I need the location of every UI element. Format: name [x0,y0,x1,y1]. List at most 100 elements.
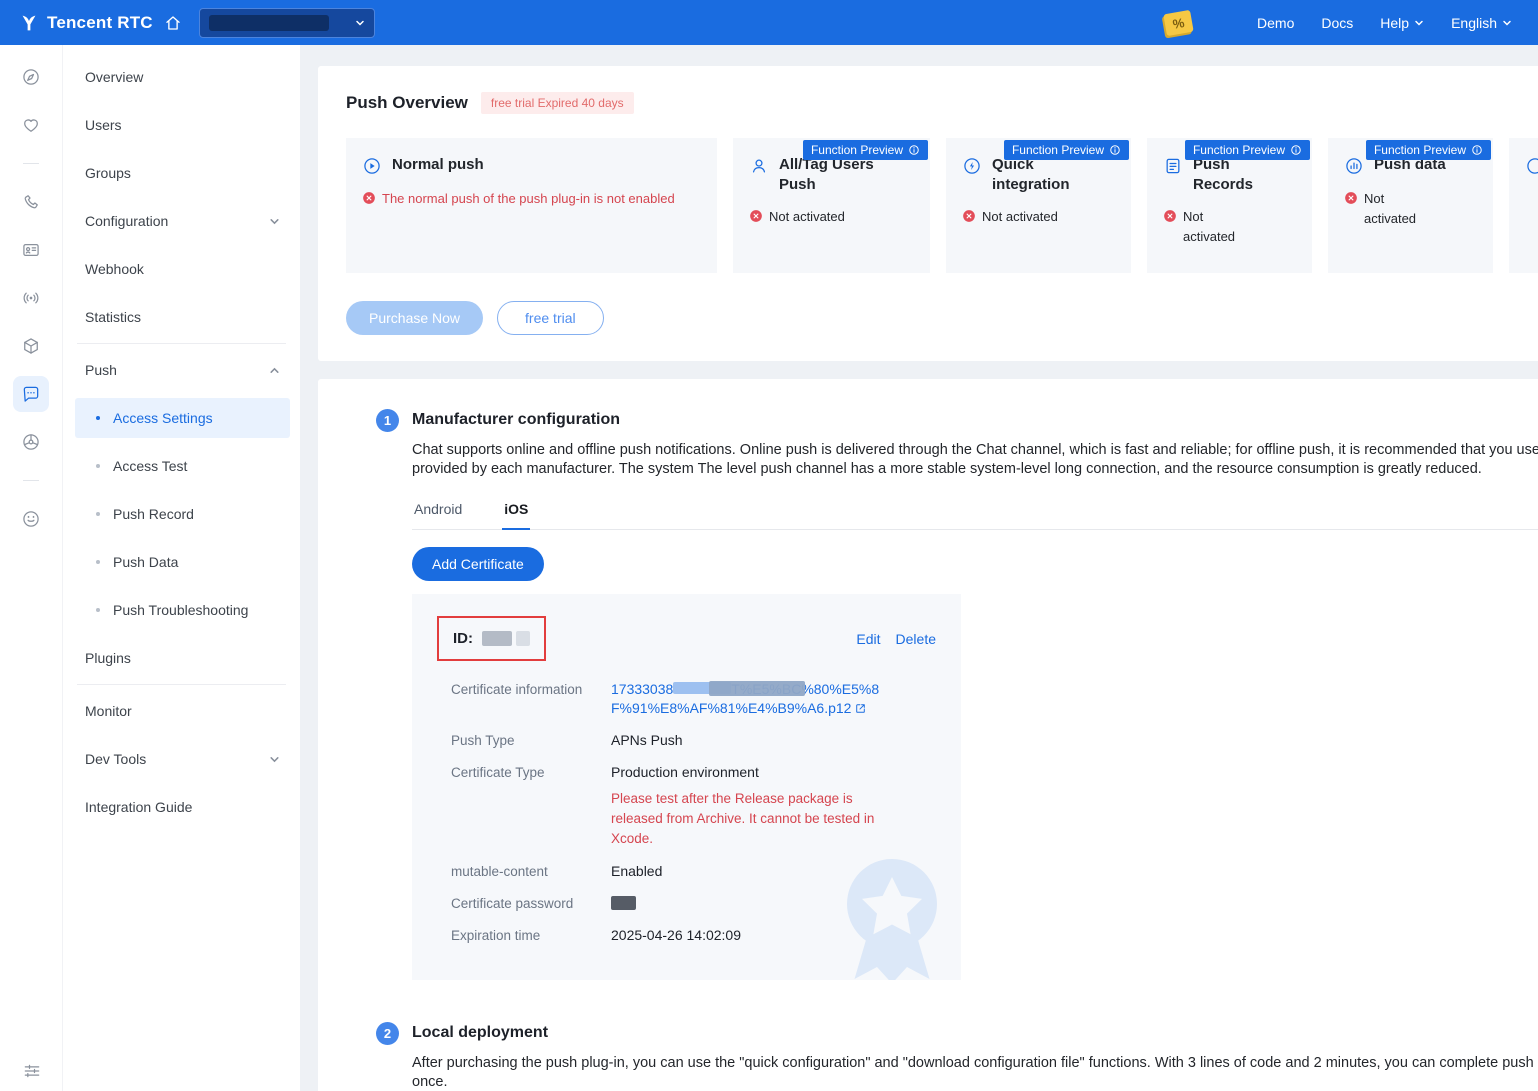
error-icon [362,191,376,205]
chat-product-icon[interactable] [13,376,49,412]
bolt-circle-icon [962,156,982,176]
tile-status-text: The normal push of the push plug-in is n… [382,189,675,209]
topbar: Tencent RTC % Demo Docs Help English [0,0,1538,45]
cube-icon[interactable] [13,328,49,364]
collapse-settings-icon[interactable] [0,1061,63,1081]
bullet-dot [96,512,100,516]
redacted-certificate-id [516,631,530,646]
sidebar-item-push[interactable]: Push [63,346,300,394]
sidebar-subitem-label: Push Data [113,554,178,570]
manufacturer-configuration-section: 1 Manufacturer configuration Chat suppor… [346,411,1538,980]
sidebar-item-monitor[interactable]: Monitor [63,687,300,735]
tencent-rtc-logo-icon [18,12,40,34]
compass-icon[interactable] [13,59,49,95]
tile-status-text: Not activated [769,207,845,227]
sidebar-subitem-label: Access Test [113,458,187,474]
promo-coupon-icon[interactable]: % [1163,9,1193,35]
sidebar-item-groups[interactable]: Groups [63,149,300,197]
tile-title: All/Tag Users Push [779,155,914,194]
brand-title: Tencent RTC [47,13,153,33]
send-circle-icon [362,156,382,176]
chevron-down-icon [355,18,365,28]
function-preview-label: Function Preview [811,143,903,157]
smiley-icon[interactable] [13,501,49,537]
certificate-type-row: Certificate Type Production environment … [451,763,936,849]
sidebar-item-plugins[interactable]: Plugins [63,634,300,682]
purchase-now-button[interactable]: Purchase Now [346,301,483,335]
free-trial-button[interactable]: free trial [497,301,604,335]
steering-wheel-icon[interactable] [13,424,49,460]
expiration-time-row: Expiration time 2025-04-26 14:02:09 [451,926,936,945]
sidebar-item-integration-guide[interactable]: Integration Guide [63,783,300,831]
id-card-icon[interactable] [13,232,49,268]
sidebar-item-webhook[interactable]: Webhook [63,245,300,293]
field-label: mutable-content [451,862,611,881]
certificate-id-highlight-box: ID: [437,616,546,661]
sidebar-item-label: Groups [85,165,131,181]
description-line: After purchasing the push plug-in, you c… [412,1054,1538,1073]
tile-all-tag-users-push: Function Preview All/Tag Users Push Not … [733,138,930,273]
function-preview-label: Function Preview [1193,143,1285,157]
sidebar-item-access-test[interactable]: Access Test [75,442,290,490]
tile-title: Push Records [1193,155,1279,194]
chart-circle-icon [1344,156,1364,176]
function-preview-badge: Function Preview [803,140,928,160]
bullet-dot [96,560,100,564]
bullet-dot [96,416,100,420]
info-icon [1290,144,1302,156]
bullet-dot [96,464,100,468]
description-line: once. [412,1073,1538,1091]
phone-icon[interactable] [13,184,49,220]
error-icon [749,209,763,223]
sidebar-item-access-settings[interactable]: Access Settings [75,398,290,438]
broadcast-icon[interactable] [13,280,49,316]
app-selector-dropdown[interactable] [199,8,375,38]
local-deployment-section: 2 Local deployment After purchasing the … [346,1024,1538,1091]
nav-docs[interactable]: Docs [1321,15,1353,31]
sidebar-item-label: Overview [85,69,143,85]
tile-quick-integration: Function Preview Quick integration Not a… [946,138,1131,273]
section-description: After purchasing the push plug-in, you c… [412,1054,1538,1091]
sidebar-item-statistics[interactable]: Statistics [63,293,300,341]
sidebar-item-dev-tools[interactable]: Dev Tools [63,735,300,783]
tile-status-text: Not activated [982,207,1058,227]
delete-link[interactable]: Delete [896,631,936,647]
sidebar-item-push-record[interactable]: Push Record [75,490,290,538]
nav-help[interactable]: Help [1380,15,1424,31]
heart-icon[interactable] [13,107,49,143]
field-label: Expiration time [451,926,611,945]
certificate-warning-note: Please test after the Release package is… [611,789,896,849]
home-icon[interactable] [164,14,182,32]
redacted-overlay [709,681,805,696]
mutable-content-row: mutable-content Enabled [451,862,936,881]
tile-normal-push: Normal push The normal push of the push … [346,138,717,273]
sidebar-item-configuration[interactable]: Configuration [63,197,300,245]
tab-ios[interactable]: iOS [502,501,530,530]
edit-link[interactable]: Edit [856,631,880,647]
certificate-file-link[interactable]: 17333038T%E5%BC%80%E5%8F%91%E8%AF%81%E4%… [611,680,886,718]
sidebar-item-push-data[interactable]: Push Data [75,538,290,586]
tile-push-records: Function Preview Push Records Not activa… [1147,138,1312,273]
sidebar-item-overview[interactable]: Overview [63,53,300,101]
error-icon [1163,209,1177,223]
step-1-badge: 1 [376,409,399,432]
nav-language[interactable]: English [1451,15,1512,31]
field-value: Production environment [611,764,759,780]
field-value: APNs Push [611,731,683,750]
function-preview-badge: Function Preview [1185,140,1310,160]
chevron-down-icon [1414,18,1424,28]
bullet-dot [96,608,100,612]
section-description: Chat supports online and offline push no… [412,441,1538,479]
add-certificate-button[interactable]: Add Certificate [412,547,544,581]
nav-demo[interactable]: Demo [1257,15,1294,31]
nav-docs-label: Docs [1321,15,1353,31]
field-value: 2025-04-26 14:02:09 [611,926,741,945]
external-link-icon[interactable] [854,702,867,715]
tab-android[interactable]: Android [412,501,464,529]
sidebar-divider [77,684,286,685]
sidebar-item-users[interactable]: Users [63,101,300,149]
sidebar: Overview Users Groups Configuration Webh… [63,45,300,1091]
step-2-badge: 2 [376,1022,399,1045]
feature-tiles: Normal push The normal push of the push … [346,138,1538,273]
sidebar-item-push-troubleshooting[interactable]: Push Troubleshooting [75,586,290,634]
